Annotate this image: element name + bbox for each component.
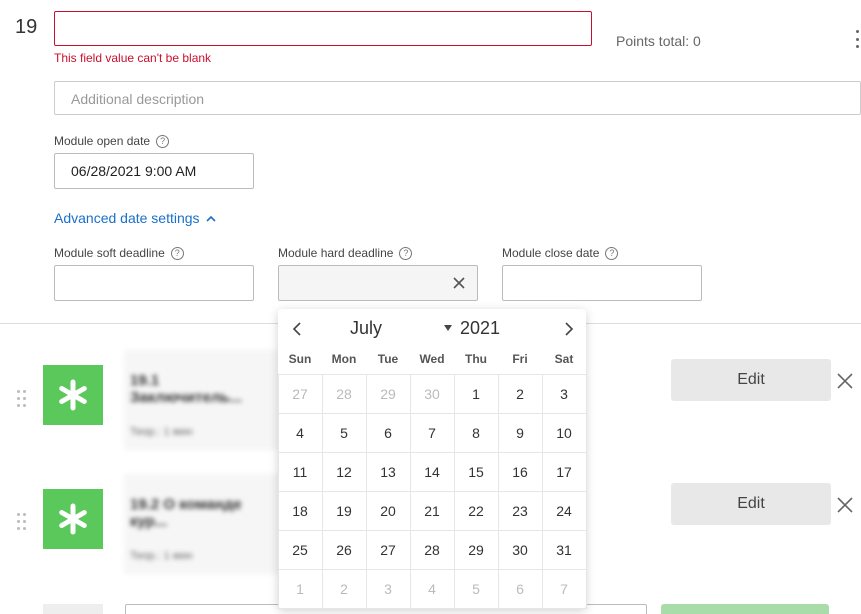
title-error-message: This field value can't be blank (54, 51, 212, 65)
calendar-day[interactable]: 19 (321, 490, 367, 531)
close-date-label: Module close date (502, 246, 600, 260)
calendar-day[interactable]: 6 (365, 412, 411, 453)
calendar-day[interactable]: 1 (277, 568, 323, 609)
drag-handle-icon[interactable] (17, 513, 27, 531)
calendar-day[interactable]: 28 (409, 529, 455, 570)
calendar-day[interactable]: 16 (497, 451, 543, 492)
calendar-day[interactable]: 26 (321, 529, 367, 570)
more-vertical-icon[interactable] (853, 30, 861, 48)
calendar-day[interactable]: 27 (277, 373, 323, 414)
caret-down-icon[interactable] (444, 325, 452, 331)
weekday-label: Sat (554, 352, 574, 366)
module-number: 19 (15, 16, 38, 38)
soft-deadline-input[interactable] (54, 265, 254, 301)
chevron-right-icon[interactable] (562, 321, 576, 337)
close-icon[interactable] (836, 496, 854, 514)
hard-deadline-label: Module hard deadline (278, 246, 394, 260)
close-date-input[interactable] (502, 265, 702, 301)
question-circle-icon[interactable]: ? (605, 246, 619, 260)
lesson-subtitle: Теор.: 1 мин (130, 426, 193, 438)
weekday-label: Mon (331, 352, 357, 366)
calendar-day[interactable]: 7 (409, 412, 455, 453)
calendar-day[interactable]: 23 (497, 490, 543, 531)
open-date-label: Module open date (54, 134, 151, 148)
new-lesson-tile (43, 604, 103, 614)
weekday-label: Wed (419, 352, 445, 366)
edit-button[interactable]: Edit (671, 359, 831, 401)
open-date-label-row: Module open date ? (54, 134, 170, 148)
calendar-day[interactable]: 11 (277, 451, 323, 492)
chevron-left-icon[interactable] (290, 321, 304, 337)
close-icon[interactable] (836, 372, 854, 390)
question-circle-icon[interactable]: ? (156, 134, 170, 148)
close-icon[interactable] (451, 275, 467, 291)
calendar-day[interactable]: 10 (541, 412, 587, 453)
calendar-day[interactable]: 30 (497, 529, 543, 570)
asterisk-icon (43, 365, 103, 425)
soft-deadline-label-row: Module soft deadline ? (54, 246, 184, 260)
drag-handle-icon[interactable] (17, 390, 27, 408)
advanced-date-settings-label: Advanced date settings (54, 210, 200, 226)
calendar-day[interactable]: 24 (541, 490, 587, 531)
date-picker-popup: July 2021 Sun Mon Tue Wed Thu Fri Sat 27… (277, 309, 587, 609)
lesson-card[interactable]: 19.2 О команде кур... Теор.: 1 мин (124, 474, 280, 574)
calendar-day[interactable]: 28 (321, 373, 367, 414)
calendar-day[interactable]: 20 (365, 490, 411, 531)
calendar-day[interactable]: 3 (541, 373, 587, 414)
weekday-label: Sun (288, 352, 312, 366)
calendar-day[interactable]: 2 (497, 373, 543, 414)
chevron-up-icon (205, 215, 216, 222)
calendar-day[interactable]: 22 (453, 490, 499, 531)
hard-deadline-input[interactable] (278, 265, 478, 301)
calendar-day[interactable]: 21 (409, 490, 455, 531)
soft-deadline-label: Module soft deadline (54, 246, 165, 260)
calendar-day[interactable]: 18 (277, 490, 323, 531)
calendar-year-input[interactable]: 2021 (460, 318, 500, 339)
calendar-day[interactable]: 31 (541, 529, 587, 570)
lesson-title: 19.2 О команде кур... (130, 496, 242, 530)
question-circle-icon[interactable]: ? (399, 246, 413, 260)
advanced-date-settings-link[interactable]: Advanced date settings (54, 210, 216, 226)
calendar-day[interactable]: 2 (321, 568, 367, 609)
edit-button[interactable]: Edit (671, 483, 831, 525)
lesson-card[interactable]: 19.1 Заключитель... Теор.: 1 мин (124, 350, 280, 450)
calendar-day[interactable]: 14 (409, 451, 455, 492)
calendar-day[interactable]: 9 (497, 412, 543, 453)
calendar-day[interactable]: 8 (453, 412, 499, 453)
question-circle-icon[interactable]: ? (170, 246, 184, 260)
description-input[interactable]: Additional description (54, 81, 861, 115)
weekday-label: Fri (512, 352, 528, 366)
calendar-day-grid: 27 28 29 30 1 2 3 4 5 6 7 8 9 10 11 12 13 14 15 16 17 18 19 20 2… (277, 373, 587, 609)
weekday-label: Thu (465, 352, 487, 366)
asterisk-icon (43, 489, 103, 549)
calendar-day[interactable]: 27 (365, 529, 411, 570)
module-title-input[interactable] (54, 11, 592, 46)
calendar-day[interactable]: 7 (541, 568, 587, 609)
calendar-day[interactable]: 1 (453, 373, 499, 414)
lesson-title: 19.1 Заключитель... (130, 372, 243, 406)
calendar-day[interactable]: 4 (409, 568, 455, 609)
calendar-day[interactable]: 29 (453, 529, 499, 570)
hard-deadline-label-row: Module hard deadline ? (278, 246, 413, 260)
lesson-subtitle: Теор.: 1 мин (130, 550, 193, 562)
calendar-day[interactable]: 5 (453, 568, 499, 609)
calendar-day[interactable]: 29 (365, 373, 411, 414)
open-date-input[interactable]: 06/28/2021 9:00 AM (54, 153, 254, 189)
weekday-label: Tue (377, 352, 399, 366)
calendar-month-select[interactable]: July (350, 318, 382, 339)
add-lesson-button[interactable] (661, 604, 829, 614)
close-date-label-row: Module close date ? (502, 246, 619, 260)
calendar-day[interactable]: 15 (453, 451, 499, 492)
points-total: Points total: 0 (616, 33, 701, 49)
calendar-weekdays: Sun Mon Tue Wed Thu Fri Sat (278, 352, 586, 366)
calendar-day[interactable]: 4 (277, 412, 323, 453)
calendar-day[interactable]: 6 (497, 568, 543, 609)
calendar-day[interactable]: 30 (409, 373, 455, 414)
calendar-day[interactable]: 12 (321, 451, 367, 492)
calendar-day[interactable]: 5 (321, 412, 367, 453)
calendar-day[interactable]: 17 (541, 451, 587, 492)
calendar-day[interactable]: 25 (277, 529, 323, 570)
calendar-day[interactable]: 13 (365, 451, 411, 492)
calendar-day[interactable]: 3 (365, 568, 411, 609)
